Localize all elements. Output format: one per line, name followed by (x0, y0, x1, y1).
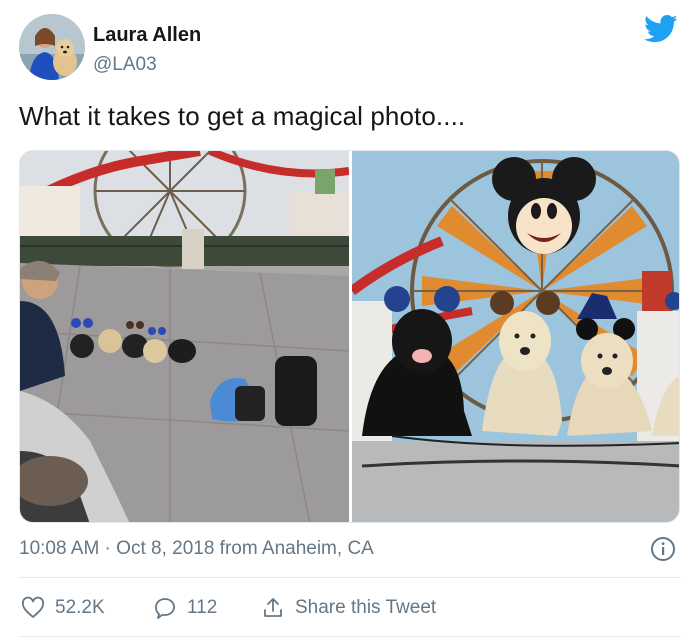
like-count: 52.2K (55, 597, 105, 618)
tweet-card: Laura Allen @LA03 What it takes to get a… (0, 0, 700, 640)
tweet-media[interactable] (19, 150, 680, 523)
reply-bubble-icon (155, 598, 175, 619)
reply-count: 112 (187, 597, 218, 618)
share-upload-icon (264, 598, 282, 617)
author-name[interactable]: Laura Allen (93, 24, 201, 47)
tweet-text: What it takes to get a magical photo.... (19, 101, 466, 131)
reply-button[interactable]: 112 (153, 595, 217, 621)
heart-icon (21, 596, 45, 618)
photo-left[interactable] (20, 151, 349, 522)
tweet-timestamp[interactable]: 10:08 AM · Oct 8, 2018 from Anaheim, CA (19, 538, 374, 560)
like-button[interactable]: 52.2K (21, 595, 105, 621)
divider (19, 577, 681, 578)
author-handle[interactable]: @LA03 (93, 54, 157, 76)
twitter-bird-icon[interactable] (644, 14, 678, 44)
share-label: Share this Tweet (295, 597, 437, 618)
photo-right[interactable] (352, 151, 679, 522)
divider-bottom (19, 636, 681, 637)
avatar[interactable] (19, 14, 85, 80)
info-icon[interactable] (650, 536, 676, 562)
share-button[interactable]: Share this Tweet (261, 595, 436, 621)
